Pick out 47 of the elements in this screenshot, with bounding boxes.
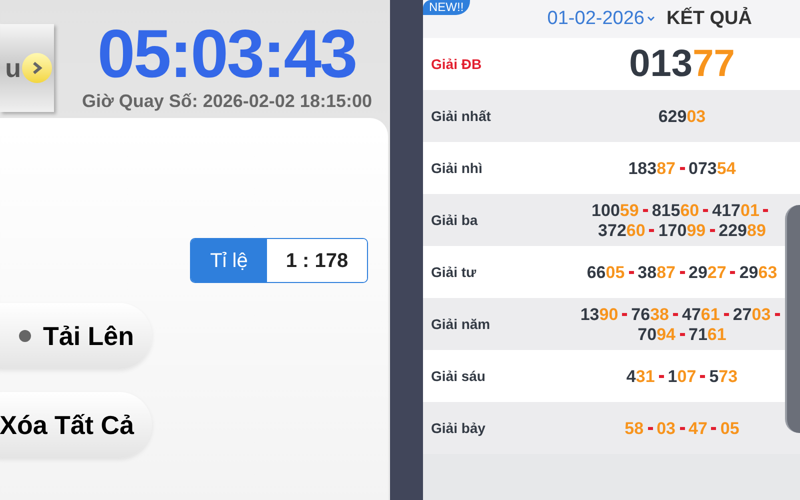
next-button[interactable]: u: [0, 24, 54, 112]
result-number: 1390: [580, 306, 618, 322]
result-number: 7094: [638, 326, 676, 342]
prize-label: Giải tư: [430, 262, 478, 282]
result-number: 62903: [658, 108, 706, 124]
result-number: 431: [626, 368, 655, 384]
chevron-down-icon: [646, 16, 654, 22]
prize-label: Giải nhì: [430, 158, 484, 178]
result-number: 81560: [652, 202, 700, 218]
prize-label: Giải ba: [430, 210, 479, 230]
result-number: 58: [624, 420, 644, 436]
results-title: KẾT QUẢ: [666, 6, 752, 31]
action-button[interactable]: Xóa Tất Cả: [0, 392, 152, 458]
result-number: 7161: [688, 326, 726, 342]
action-button[interactable]: Tải Lên: [0, 303, 152, 369]
result-number: 107: [668, 368, 696, 384]
ratio-value: 1 : 178: [267, 239, 367, 282]
chevron-right-icon: [22, 53, 52, 83]
result-number: 05: [720, 420, 740, 436]
result-number: 3887: [638, 264, 676, 280]
result-number: 18387: [628, 160, 676, 176]
result-number: 47: [688, 420, 708, 436]
result-number: 37260: [598, 222, 646, 238]
date-selector[interactable]: 01-02-2026: [547, 4, 654, 34]
countdown-timer: 05:03:43: [97, 20, 356, 88]
result-number: 4761: [682, 306, 720, 322]
prize-label: Giải bảy: [430, 418, 486, 438]
result-number: 10059: [592, 202, 639, 218]
result-number: 2703: [732, 306, 771, 322]
result-number: 7638: [631, 306, 669, 322]
new-badge: NEW!!: [423, 0, 470, 15]
result-number: 07354: [688, 160, 736, 176]
draw-time-label: Giờ Quay Số: 2026-02-02 18:15:00: [82, 90, 372, 112]
prize-label: Giải sáu: [430, 366, 486, 386]
prize-label: Giải ĐB: [430, 54, 483, 74]
result-number: 41701: [712, 202, 760, 218]
ratio-label: Tỉ lệ: [191, 239, 267, 282]
result-number: 17099: [658, 222, 706, 238]
result-number: 2927: [688, 264, 726, 280]
result-number: 22989: [718, 222, 766, 238]
result-number: 6605: [586, 264, 625, 280]
prize-label: Giải năm: [430, 314, 492, 334]
result-number: 03: [656, 420, 676, 436]
result-number: 573: [709, 368, 738, 384]
prize-label: Giải nhất: [430, 106, 492, 126]
result-number: 01377: [629, 45, 735, 83]
result-number: 2963: [739, 264, 778, 280]
